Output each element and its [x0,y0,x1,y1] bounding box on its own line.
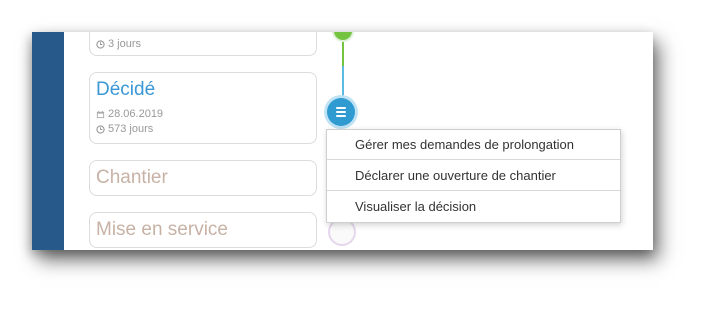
menu-item-declare-site-opening[interactable]: Déclarer une ouverture de chantier [327,161,620,191]
step-duration: 573 jours [108,123,154,135]
timeline-node-menu-button[interactable] [327,98,355,126]
menu-item-extension-requests[interactable]: Gérer mes demandes de prolongation [327,130,620,160]
timeline-line-current [342,66,344,96]
step-title: Décidé [96,79,156,100]
step-card-previous[interactable]: 3 jours [89,32,317,56]
screenshot-frame: 3 jours Décidé 28.06.2019 573 jours Chan… [32,32,653,250]
duration-row: 573 jours [96,123,153,135]
step-card-chantier[interactable]: Chantier [89,160,317,196]
clock-icon [96,39,105,49]
step-title: Mise en service [96,219,228,240]
context-menu: Gérer mes demandes de prolongation Décla… [326,129,621,223]
clock-icon [96,124,105,134]
calendar-icon [96,110,105,118]
step-date: 28.06.2019 [108,108,164,120]
step-title: Chantier [96,167,168,188]
left-sidebar [32,32,64,250]
step-duration: 3 jours [108,38,142,50]
step-card-decided[interactable]: Décidé 28.06.2019 573 jours [89,72,317,144]
duration-row: 3 jours [96,38,141,50]
step-card-mise-en-service[interactable]: Mise en service [89,212,317,248]
menu-icon [336,107,346,119]
menu-item-view-decision[interactable]: Visualiser la décision [327,192,620,222]
date-row: 28.06.2019 [96,108,163,120]
timeline-node-completed [334,32,352,40]
